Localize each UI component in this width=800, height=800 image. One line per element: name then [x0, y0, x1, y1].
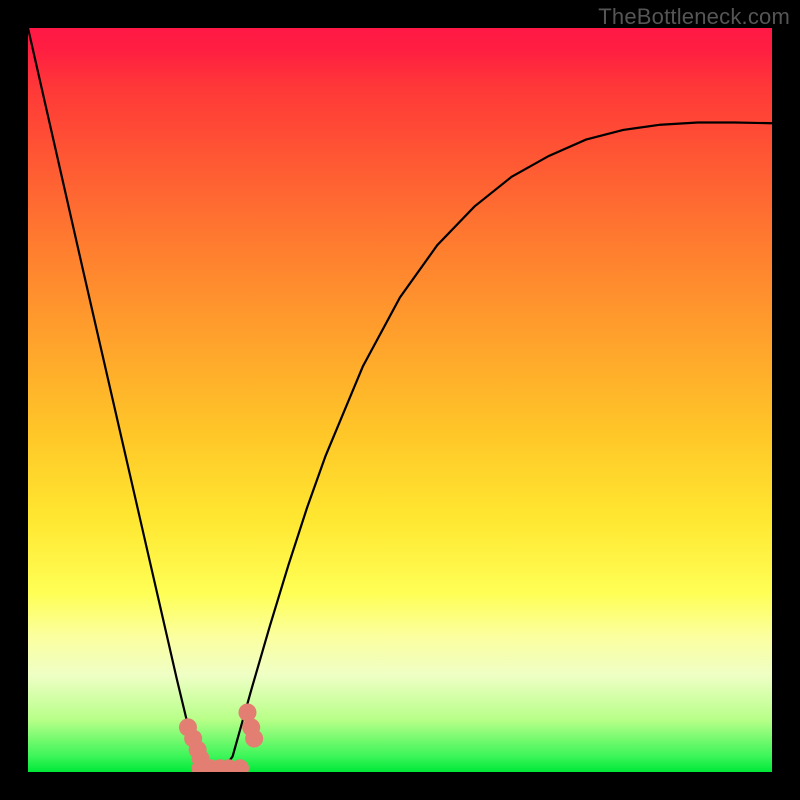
chart-frame: TheBottleneck.com	[0, 0, 800, 800]
chart-svg	[28, 28, 772, 772]
data-marker	[245, 730, 263, 748]
bottleneck-curve	[28, 28, 772, 772]
watermark-label: TheBottleneck.com	[598, 4, 790, 30]
marker-group	[179, 703, 263, 772]
curve-group	[28, 28, 772, 772]
plot-area	[28, 28, 772, 772]
